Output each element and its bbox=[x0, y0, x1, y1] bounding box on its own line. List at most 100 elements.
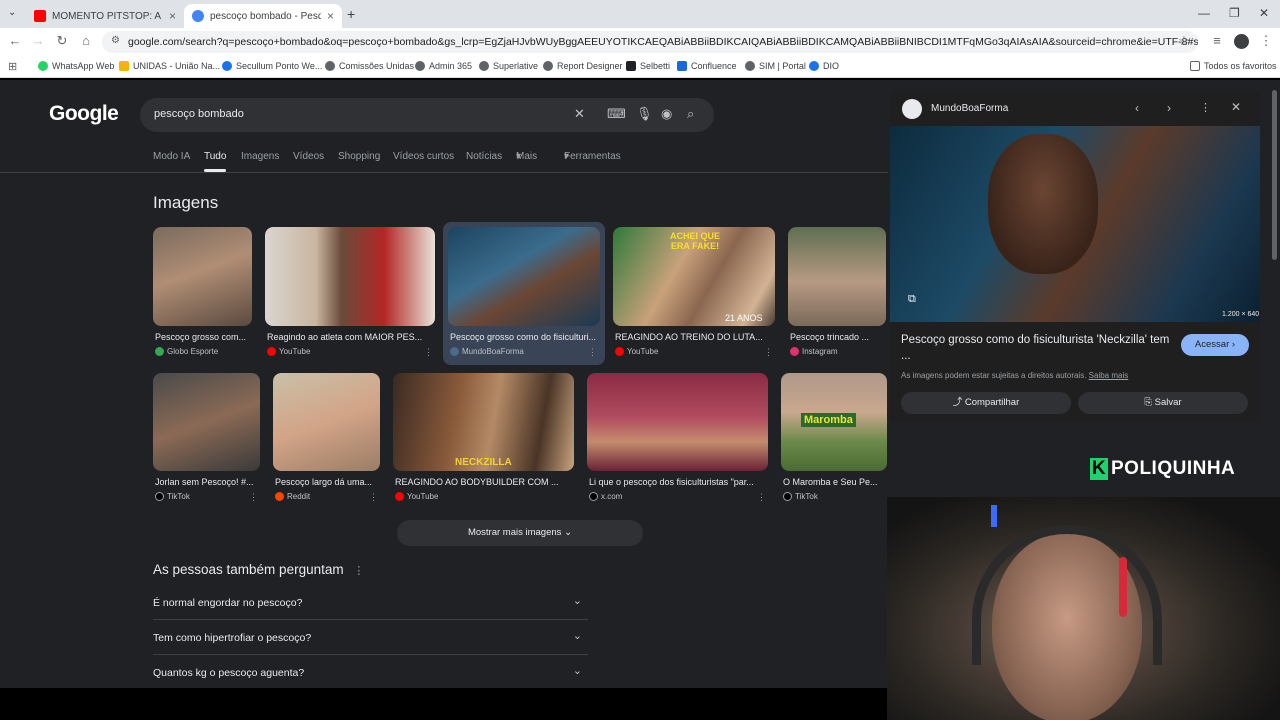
chevron-right-icon[interactable]: › bbox=[1167, 101, 1171, 115]
bookmark-secullum[interactable]: Secullum Ponto We... bbox=[222, 61, 322, 71]
image-result[interactable]: Li que o pescoço dos fisiculturistas "pa… bbox=[587, 373, 768, 508]
search-box[interactable]: pescoço bombado ✕ ⌨ 🎙 ◉ ⌕ bbox=[140, 98, 714, 132]
google-logo[interactable]: Google bbox=[49, 102, 119, 126]
thumbnail-overlay-text: 21 ANOS bbox=[725, 313, 763, 323]
close-icon[interactable]: ✕ bbox=[1231, 100, 1241, 114]
microphone-icon[interactable]: 🎙 bbox=[636, 106, 653, 122]
site-info-icon[interactable]: ⚙ bbox=[111, 35, 120, 46]
more-options-icon[interactable]: ⋮ bbox=[757, 492, 766, 503]
tab-youtube[interactable]: MOMENTO PITSTOP: A PREPAR × bbox=[26, 4, 184, 28]
chevron-down-icon: ⌄ bbox=[572, 630, 582, 642]
bookmark-unidas[interactable]: UNIDAS - União Na... bbox=[119, 61, 220, 71]
image-result[interactable]: NECKZILLA REAGINDO AO BODYBUILDER COM ..… bbox=[393, 373, 574, 508]
bookmark-confluence[interactable]: Confluence bbox=[677, 61, 737, 71]
profile-avatar[interactable] bbox=[1234, 34, 1249, 49]
clear-icon[interactable]: ✕ bbox=[574, 106, 585, 122]
bookmark-dio[interactable]: DIO bbox=[809, 61, 839, 71]
result-caption: Li que o pescoço dos fisiculturistas "pa… bbox=[589, 477, 754, 487]
bookmarks-folder-label: Todos os favoritos bbox=[1204, 61, 1277, 71]
tab-videos[interactable]: Vídeos bbox=[293, 151, 324, 162]
tab-modo-ia[interactable]: Modo IA bbox=[153, 151, 190, 162]
bookmark-report-designer[interactable]: Report Designer bbox=[543, 61, 623, 71]
image-result[interactable]: Reagindo ao atleta com MAIOR PES... YouT… bbox=[265, 227, 435, 362]
result-source: Instagram bbox=[802, 347, 838, 356]
forward-icon[interactable]: → bbox=[29, 33, 47, 48]
search-icon[interactable]: ⌕ bbox=[687, 106, 694, 122]
tab-noticias[interactable]: Notícias bbox=[466, 151, 502, 162]
image-result[interactable]: Pescoço trincado ... Instagram bbox=[788, 227, 886, 362]
share-button[interactable]: ⤴ Compartilhar bbox=[901, 392, 1071, 414]
image-dimensions: 1.200 × 640 bbox=[1222, 311, 1260, 318]
close-icon[interactable]: × bbox=[169, 9, 176, 23]
home-icon[interactable]: ⌂ bbox=[77, 33, 95, 48]
show-more-images-button[interactable]: Mostrar mais imagens ⌄ bbox=[397, 520, 643, 546]
restore-icon[interactable]: ❐ bbox=[1229, 6, 1240, 20]
apps-icon[interactable]: ⊞ bbox=[8, 60, 17, 73]
menu-icon[interactable]: ⋮ bbox=[1257, 33, 1275, 49]
bookmark-whatsapp[interactable]: WhatsApp Web bbox=[38, 61, 114, 71]
more-options-icon[interactable]: ⋮ bbox=[764, 347, 773, 358]
webcam-overlay bbox=[887, 497, 1280, 720]
preview-image[interactable]: ⧉ 1.200 × 640 bbox=[890, 126, 1260, 322]
youtube-icon bbox=[395, 492, 404, 501]
close-icon[interactable]: × bbox=[327, 9, 334, 23]
result-caption: REAGINDO AO BODYBUILDER COM ... bbox=[395, 477, 559, 487]
preview-site-name[interactable]: MundoBoaForma bbox=[931, 103, 1008, 114]
bookmark-superlative[interactable]: Superlative bbox=[479, 61, 538, 71]
more-options-icon[interactable]: ⋮ bbox=[424, 347, 433, 358]
minimize-icon[interactable]: — bbox=[1198, 6, 1210, 20]
result-caption: O Maromba e Seu Pe... bbox=[783, 477, 878, 487]
tab-tudo[interactable]: Tudo bbox=[204, 151, 226, 162]
bookmark-selbetti[interactable]: Selbetti bbox=[626, 61, 670, 71]
paa-question[interactable]: Tem como hipertrofiar o pescoço? ⌄ bbox=[153, 620, 588, 655]
image-result-selected[interactable]: Pescoço grosso como do fisiculturi... Mu… bbox=[443, 222, 605, 365]
bookmark-star-icon[interactable]: ☆ bbox=[1175, 33, 1193, 49]
image-result[interactable]: Jorlan sem Pescoço! #... TikTok ⋮ bbox=[153, 373, 260, 508]
tab-google-search[interactable]: pescoço bombado - Pesquisa G × bbox=[184, 4, 342, 28]
tab-shopping[interactable]: Shopping bbox=[338, 151, 380, 162]
bookmark-label: WhatsApp Web bbox=[52, 61, 115, 71]
search-input[interactable]: pescoço bombado bbox=[154, 108, 244, 120]
result-caption: Reagindo ao atleta com MAIOR PES... bbox=[267, 332, 423, 342]
back-icon[interactable]: ← bbox=[6, 33, 24, 48]
more-options-icon[interactable]: ⋮ bbox=[369, 492, 378, 503]
keyboard-icon[interactable]: ⌨ bbox=[607, 106, 626, 122]
share-icon: ⤴ bbox=[952, 397, 963, 408]
paa-question[interactable]: É normal engordar no pescoço? ⌄ bbox=[153, 585, 588, 620]
reload-icon[interactable]: ↻ bbox=[53, 33, 71, 49]
more-options-icon[interactable]: ⋮ bbox=[588, 347, 597, 358]
image-result[interactable]: Pescoço largo dá uma... Reddit ⋮ bbox=[273, 373, 380, 508]
lens-icon[interactable]: ◉ bbox=[661, 106, 672, 122]
chevron-left-icon[interactable]: ‹ bbox=[1135, 101, 1139, 115]
images-heading: Imagens bbox=[153, 193, 219, 212]
paa-question[interactable]: Quantos kg o pescoço aguenta? ⌄ bbox=[153, 655, 588, 688]
bookmark-label: Comissões Unidas bbox=[339, 61, 415, 71]
copyright-note: As imagens podem estar sujeitas a direit… bbox=[901, 371, 1128, 380]
tab-search-icon[interactable]: ⌄ bbox=[8, 7, 16, 18]
bookmarks-folder[interactable]: Todos os favoritos bbox=[1190, 61, 1277, 71]
more-options-icon[interactable]: ⋮ bbox=[353, 565, 364, 577]
reading-list-icon[interactable]: ≡ bbox=[1208, 33, 1226, 48]
more-options-icon[interactable]: ⋮ bbox=[249, 492, 258, 503]
learn-more-link[interactable]: Saiba mais bbox=[1089, 371, 1129, 380]
preview-title[interactable]: Pescoço grosso como do fisiculturista 'N… bbox=[901, 332, 1171, 364]
plus-icon[interactable]: + bbox=[347, 6, 355, 22]
more-options-icon[interactable]: ⋮ bbox=[1200, 101, 1211, 114]
image-result[interactable]: Pescoço grosso com... Globo Esporte bbox=[153, 227, 252, 362]
save-button[interactable]: ⎘ Salvar bbox=[1078, 392, 1248, 414]
image-result[interactable]: Maromba O Maromba e Seu Pe... TikTok bbox=[781, 373, 887, 508]
share-label: Compartilhar bbox=[964, 397, 1020, 408]
bookmark-comissoes[interactable]: Comissões Unidas bbox=[325, 61, 414, 71]
bookmark-admin365[interactable]: Admin 365 bbox=[415, 61, 472, 71]
scrollbar-thumb[interactable] bbox=[1272, 90, 1277, 260]
bookmark-sim-portal[interactable]: SIM | Portal bbox=[745, 61, 806, 71]
tab-imagens[interactable]: Imagens bbox=[241, 151, 279, 162]
tab-videos-curtos[interactable]: Vídeos curtos bbox=[393, 151, 454, 162]
address-bar[interactable]: ⚙ google.com/search?q=pescoço+bombado&oq… bbox=[102, 31, 1198, 53]
tab-title: pescoço bombado - Pesquisa G bbox=[210, 10, 321, 22]
lens-icon[interactable]: ⧉ bbox=[908, 293, 916, 306]
window-close-icon[interactable]: ✕ bbox=[1259, 6, 1269, 20]
image-result[interactable]: ACHEI QUE ERA FAKE! 21 ANOS REAGINDO AO … bbox=[613, 227, 775, 362]
visit-button[interactable]: Acessar › bbox=[1181, 334, 1249, 356]
bookmark-label: Superlative bbox=[493, 61, 539, 71]
